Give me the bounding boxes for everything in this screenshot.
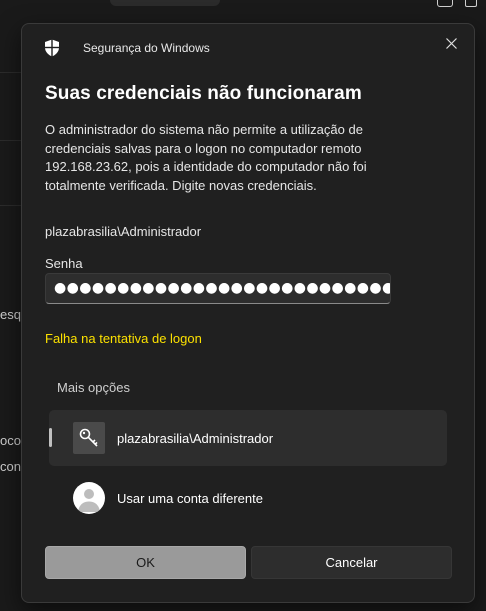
key-icon	[73, 422, 105, 454]
credentials-dialog: Segurança do Windows Suas credenciais nã…	[21, 23, 475, 603]
account-option-administrator[interactable]: plazabrasilia\Administrador	[49, 410, 447, 466]
dialog-title-bar: Segurança do Windows	[44, 38, 210, 58]
close-icon	[445, 37, 457, 49]
background-text: esq	[0, 307, 21, 322]
selection-indicator	[49, 428, 52, 447]
window-icon[interactable]	[465, 0, 477, 7]
password-input[interactable]: ●●●●●●●●●●●●●●●●●●●●●●●●●●●●	[45, 273, 391, 304]
dialog-heading: Suas credenciais não funcionaram	[45, 83, 362, 104]
dialog-description: O administrador do sistema não permite a…	[45, 122, 367, 193]
account-label: plazabrasilia\Administrador	[117, 430, 274, 446]
app-title: Segurança do Windows	[83, 41, 210, 55]
close-button[interactable]	[440, 32, 462, 54]
account-label: Usar uma conta diferente	[117, 490, 263, 506]
ok-button[interactable]: OK	[45, 546, 246, 579]
background-text: con	[0, 459, 21, 474]
cancel-button[interactable]: Cancelar	[251, 546, 452, 579]
divider	[0, 140, 22, 141]
person-icon	[73, 482, 105, 514]
divider	[0, 205, 22, 206]
shield-icon	[45, 39, 59, 57]
password-label: Senha	[45, 256, 83, 271]
logon-error-message: Falha na tentativa de logon	[45, 331, 202, 346]
share-icon[interactable]	[437, 0, 453, 7]
account-option-different[interactable]: Usar uma conta diferente	[49, 470, 447, 526]
username-text: plazabrasilia\Administrador	[45, 224, 202, 239]
background-tab	[110, 0, 220, 6]
divider	[0, 72, 22, 73]
more-options-label[interactable]: Mais opções	[57, 380, 130, 395]
background-text: oco	[0, 433, 21, 448]
